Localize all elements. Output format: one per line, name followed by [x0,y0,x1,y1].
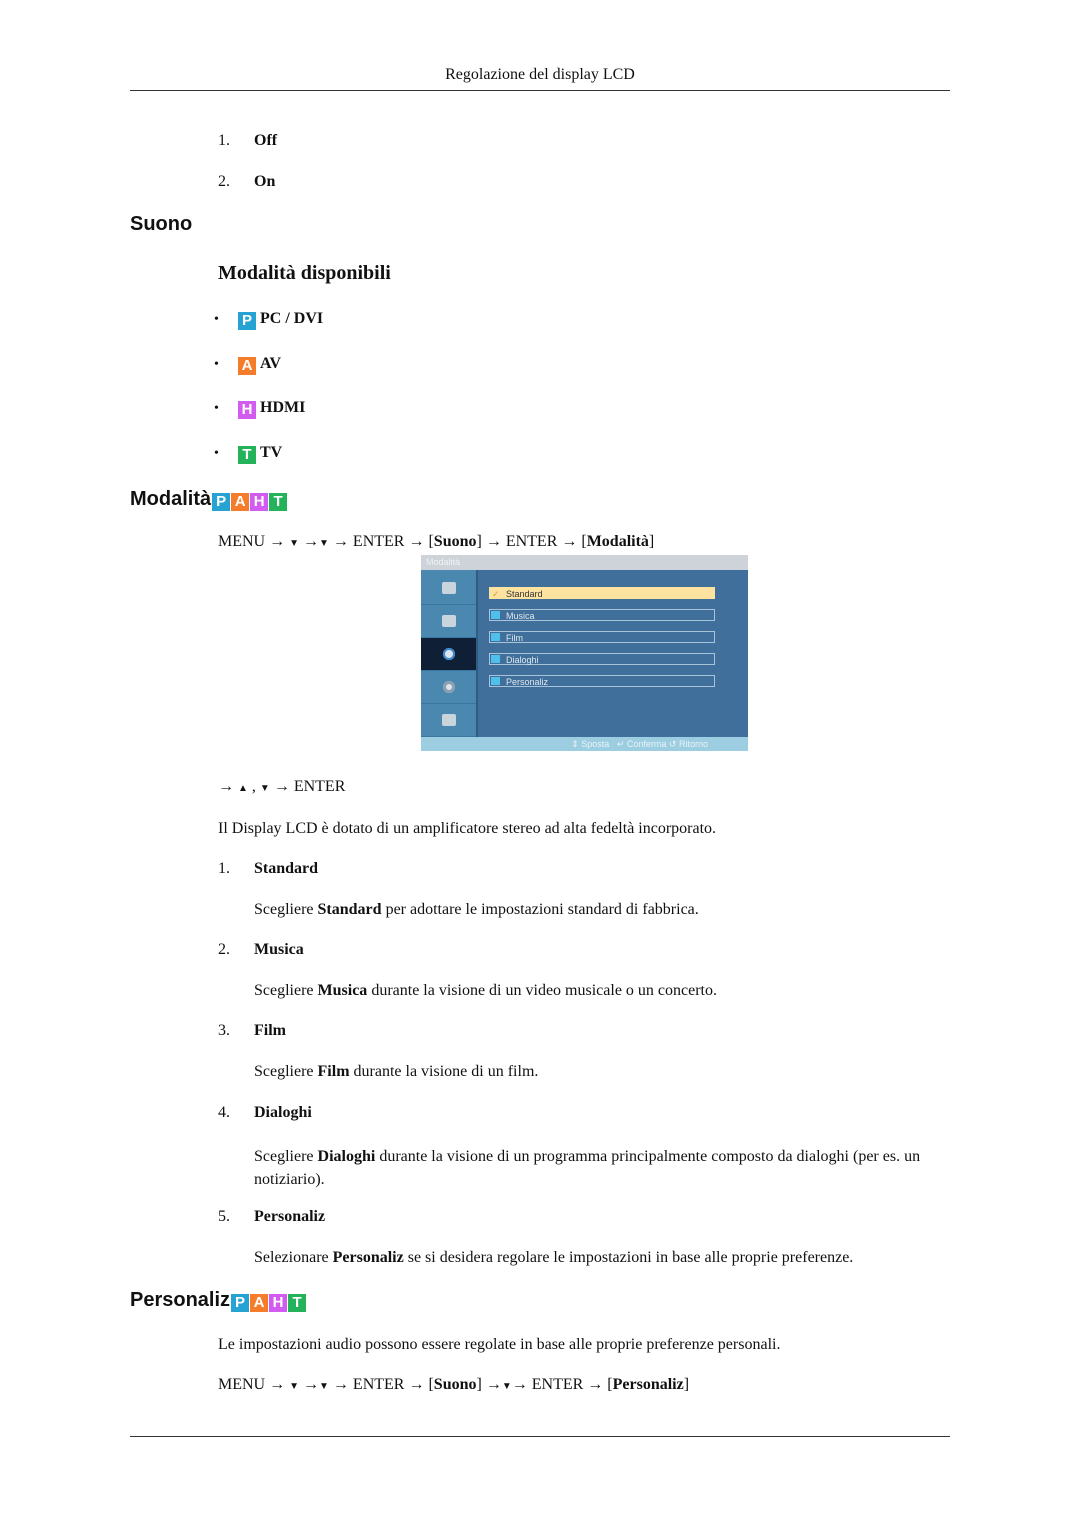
section-heading-personaliz: Personaliz PAHT [130,1289,307,1312]
list-item: 5. Personaliz [218,1208,326,1225]
option-off: Off [254,132,278,149]
osd-option-dialoghi: Dialoghi [489,653,715,665]
enter-icon: ↵ [616,739,625,749]
osd-sound-icon [421,638,476,671]
intro-paragraph: Il Display LCD è dotato di un amplificat… [218,820,717,837]
down-arrow-icon: ▼ [319,1381,329,1392]
hdmi-mode-icon: H [238,401,256,419]
osd-sidebar [421,570,478,737]
osd-multi-icon [421,704,476,737]
pc-mode-icon: P [231,1294,250,1312]
footer-rule [130,1436,950,1437]
list-item: 3. Film [218,1022,286,1039]
item-description: Selezionare Personaliz se si desidera re… [254,1249,854,1266]
list-item: 1. Off [218,132,278,149]
page-header: Regolazione del display LCD [445,66,635,83]
osd-option-musica: Musica [489,609,715,621]
subheading-modes: Modalità disponibili [218,262,391,284]
personaliz-intro: Le impostazioni audio possono essere reg… [218,1336,781,1353]
tv-mode-icon: T [269,493,288,511]
bullet-icon: • [214,401,219,416]
menu-path: MENU → ▼ →▼ → ENTER → [Suono] →▼→ ENTER … [218,1376,690,1393]
mode-item: • P PC / DVI [214,310,324,330]
hdmi-mode-icon: H [250,493,269,511]
mode-item: • A AV [214,355,282,375]
down-arrow-icon: ▼ [501,1381,512,1392]
pc-mode-icon: P [238,312,256,330]
mode-badges: PAHT [231,1294,307,1312]
osd-picture-icon [421,605,476,638]
mode-item: • T TV [214,444,283,464]
mode-item: • H HDMI [214,399,306,419]
osd-setup-icon [421,671,476,704]
item-description: Scegliere Film durante la visione di un … [254,1063,539,1080]
hdmi-mode-icon: H [269,1294,288,1312]
bullet-icon: • [214,357,219,372]
osd-title: Modalità [421,555,748,570]
osd-menu-screenshot: Modalità ✓ Standard Musica Film Dialoghi … [421,555,748,751]
down-arrow-icon: ▼ [289,538,300,549]
nav-hint: → ▲ , ▼ → ENTER [218,778,346,795]
mode-badges: PAHT [212,493,288,511]
item-description: Scegliere Musica durante la visione di u… [254,982,717,999]
updown-icon: ⇕ [571,739,579,749]
pc-mode-icon: P [212,493,231,511]
list-item: 2. Musica [218,941,304,958]
bullet-icon: • [214,446,219,461]
return-icon: ↺ [668,739,677,749]
osd-footer: ⇕ Sposta ↵ Conferma ↺ Ritorno [421,737,748,751]
list-item: 1. Standard [218,860,319,877]
osd-option-personaliz: Personaliz [489,675,715,687]
av-mode-icon: A [238,357,256,375]
tv-mode-icon: T [288,1294,307,1312]
section-heading-suono: Suono [130,213,193,235]
down-arrow-icon: ▼ [319,538,329,549]
av-mode-icon: A [250,1294,269,1312]
item-description: Scegliere Dialoghi durante la visione di… [254,1148,921,1188]
bullet-icon: • [214,312,219,327]
header-rule [130,90,950,91]
section-heading-modalita: Modalità PAHT [130,488,288,511]
check-icon: ✓ [492,589,500,599]
up-arrow-icon: ▲ [238,783,248,794]
option-on: On [254,173,276,190]
item-description: Scegliere Standard per adottare le impos… [254,901,699,918]
osd-input-icon [421,572,476,605]
down-arrow-icon: ▼ [259,783,270,794]
osd-option-film: Film [489,631,715,643]
menu-path: MENU → ▼ →▼ → ENTER → [Suono] → ENTER → … [218,533,655,550]
down-arrow-icon: ▼ [289,1381,300,1392]
list-item: 4. Dialoghi [218,1104,312,1121]
tv-mode-icon: T [238,446,256,464]
osd-option-standard: ✓ Standard [489,587,715,599]
av-mode-icon: A [231,493,250,511]
list-item: 2. On [218,173,276,190]
